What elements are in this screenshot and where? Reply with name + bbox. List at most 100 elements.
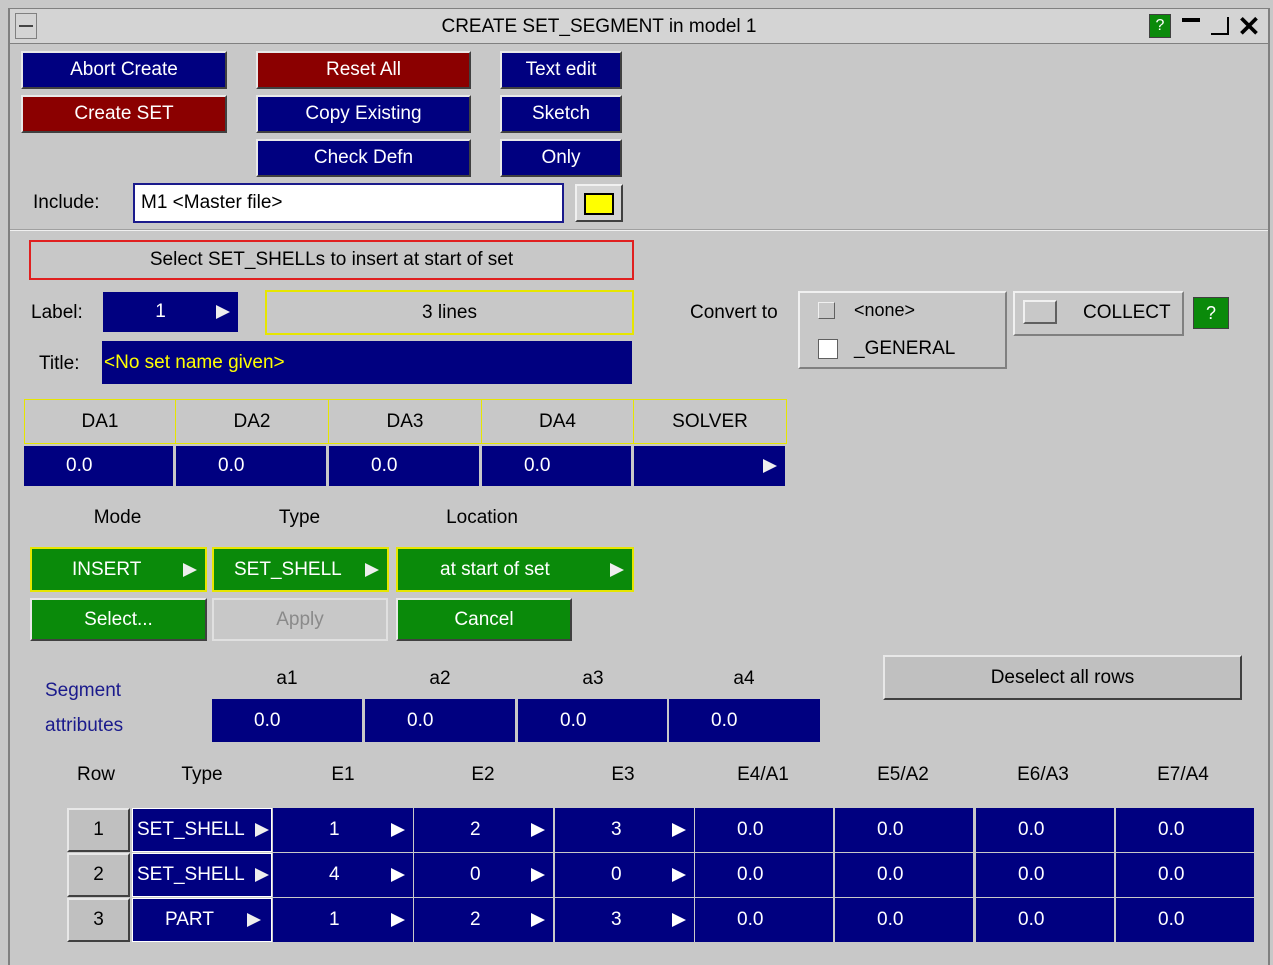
deselect-all-rows-button[interactable]: Deselect all rows (883, 655, 1242, 700)
dropdown-arrow-icon (531, 868, 545, 882)
a4-header: a4 (733, 668, 755, 689)
general-checkbox[interactable] (818, 339, 838, 359)
da3-field[interactable]: 0.0 (329, 446, 479, 486)
row-e5-field[interactable]: 0.0 (835, 808, 973, 852)
title-field[interactable]: <No set name given> (102, 341, 632, 384)
row-e2-field[interactable]: 0 (414, 853, 553, 897)
row-e1-value: 1 (329, 819, 340, 840)
col-header-row: Row (76, 764, 115, 785)
separator (10, 229, 1268, 231)
none-checkbox[interactable] (818, 302, 835, 319)
help-button[interactable]: ? (1149, 14, 1171, 38)
select-button[interactable]: Select... (30, 598, 207, 641)
da2-field[interactable]: 0.0 (176, 446, 326, 486)
row-e1-field[interactable]: 4 (273, 853, 413, 897)
dropdown-arrow-icon (391, 823, 405, 837)
window-left-border (8, 8, 10, 965)
a1-field[interactable]: 0.0 (212, 699, 362, 742)
label-field[interactable]: 1 (103, 292, 238, 332)
check-defn-button[interactable]: Check Defn (256, 139, 471, 177)
folder-button[interactable] (575, 184, 623, 222)
row-e7-field[interactable]: 0.0 (1116, 898, 1254, 942)
col-header-type: Type (181, 764, 223, 785)
row-e1-field[interactable]: 1 (273, 898, 413, 942)
row-e2-value: 0 (470, 864, 481, 885)
row-e7-field[interactable]: 0.0 (1116, 808, 1254, 852)
general-option-label: _GENERAL (854, 338, 956, 359)
dropdown-arrow-icon (247, 913, 261, 927)
solver-field[interactable] (634, 446, 785, 486)
collect-help-button[interactable]: ? (1193, 297, 1229, 329)
type-value: SET_SHELL (234, 558, 342, 580)
include-field[interactable]: M1 <Master file> (133, 183, 564, 223)
row-e7-field[interactable]: 0.0 (1116, 853, 1254, 897)
window-right-border (1268, 8, 1270, 965)
close-icon[interactable]: ✕ (1235, 13, 1263, 41)
reset-all-button[interactable]: Reset All (256, 51, 471, 89)
segment-label: Segment (45, 680, 122, 701)
apply-button[interactable]: Apply (212, 598, 388, 641)
row-type-dropdown[interactable]: SET_SHELL (132, 853, 272, 897)
minimize-icon[interactable] (1179, 15, 1203, 39)
col-header-e7a4: E7/A4 (1157, 764, 1209, 785)
row-e4-field[interactable]: 0.0 (695, 898, 833, 942)
row-type-dropdown[interactable]: PART (132, 898, 272, 942)
row-e2-field[interactable]: 2 (414, 808, 553, 852)
location-label: Location (446, 507, 518, 528)
none-option-label: <none> (854, 299, 916, 320)
row-type-dropdown[interactable]: SET_SHELL (132, 808, 272, 852)
a2-field[interactable]: 0.0 (365, 699, 515, 742)
row-e2-field[interactable]: 2 (414, 898, 553, 942)
row-e1-field[interactable]: 1 (273, 808, 413, 852)
text-edit-button[interactable]: Text edit (500, 51, 622, 89)
col-header-e3: E3 (611, 764, 635, 785)
row-e1-value: 1 (329, 909, 340, 930)
row-type-value: SET_SHELL (137, 864, 245, 885)
row-e6-field[interactable]: 0.0 (976, 853, 1114, 897)
row-e5-field[interactable]: 0.0 (835, 853, 973, 897)
dropdown-arrow-icon (255, 823, 269, 837)
row-e6-field[interactable]: 0.0 (976, 808, 1114, 852)
col-header-e1: E1 (331, 764, 355, 785)
da1-field[interactable]: 0.0 (24, 446, 173, 486)
only-button[interactable]: Only (500, 139, 622, 177)
row-type-value: SET_SHELL (137, 819, 245, 840)
row-button[interactable]: 3 (67, 898, 130, 942)
sketch-button[interactable]: Sketch (500, 95, 622, 133)
folder-icon (584, 193, 614, 215)
dropdown-arrow-icon (672, 823, 686, 837)
row-e6-field[interactable]: 0.0 (976, 898, 1114, 942)
dropdown-arrow-icon (531, 823, 545, 837)
a2-header: a2 (429, 668, 451, 689)
row-e3-field[interactable]: 0 (555, 853, 694, 897)
da4-field[interactable]: 0.0 (482, 446, 631, 486)
abort-create-button[interactable]: Abort Create (21, 51, 227, 89)
row-e4-field[interactable]: 0.0 (695, 808, 833, 852)
mode-label: Mode (93, 507, 142, 528)
dropdown-arrow-icon (531, 913, 545, 927)
collect-toggle[interactable] (1023, 300, 1057, 324)
a3-field[interactable]: 0.0 (518, 699, 667, 742)
row-e5-field[interactable]: 0.0 (835, 898, 973, 942)
cancel-button[interactable]: Cancel (396, 598, 572, 641)
dropdown-arrow-icon (610, 562, 624, 577)
row-e3-field[interactable]: 3 (555, 898, 694, 942)
da2-header: DA2 (175, 399, 329, 444)
dropdown-arrow-icon (391, 913, 405, 927)
a4-field[interactable]: 0.0 (669, 699, 820, 742)
row-e3-field[interactable]: 3 (555, 808, 694, 852)
row-e3-value: 3 (611, 909, 622, 930)
type-dropdown[interactable]: SET_SHELL (212, 547, 389, 592)
row-e2-value: 2 (470, 909, 481, 930)
maximize-icon[interactable] (1207, 15, 1231, 39)
mode-dropdown[interactable]: INSERT (30, 547, 207, 592)
dropdown-arrow-icon (216, 305, 230, 319)
create-set-button[interactable]: Create SET (21, 95, 227, 133)
location-dropdown[interactable]: at start of set (396, 547, 634, 592)
label-label: Label: (31, 302, 83, 323)
copy-existing-button[interactable]: Copy Existing (256, 95, 471, 133)
row-button[interactable]: 2 (67, 853, 130, 897)
dropdown-arrow-icon (763, 459, 777, 473)
row-button[interactable]: 1 (67, 808, 130, 852)
row-e4-field[interactable]: 0.0 (695, 853, 833, 897)
